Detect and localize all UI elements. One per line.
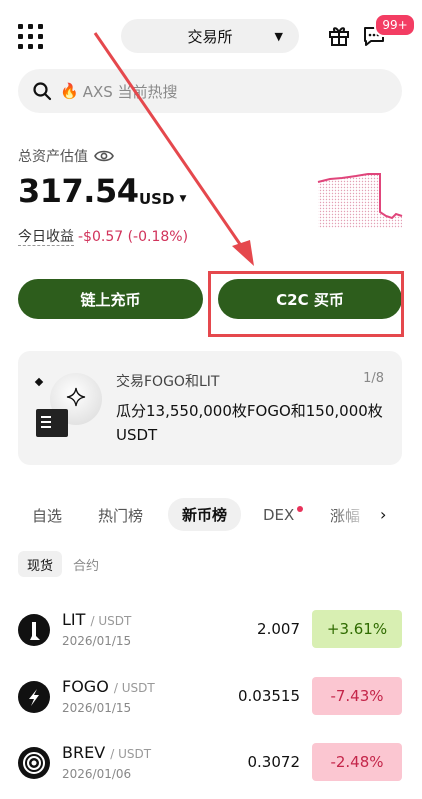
coin-symbol-text: FOGO <box>62 677 109 696</box>
coin-symbol: BREV / USDT <box>62 743 151 762</box>
list-item[interactable]: LIT / USDT 2026/01/15 2.007 +3.61% <box>18 610 402 666</box>
banner-pagination: 1/8 <box>363 371 384 386</box>
coin-symbol: LIT / USDT <box>62 610 131 629</box>
banner-title: 交易FOGO和LIT <box>116 374 220 390</box>
list-item[interactable]: FOGO / USDT 2026/01/15 0.03515 -7.43% <box>18 677 402 733</box>
sparkle-icon <box>66 387 86 407</box>
tab-new-listings[interactable]: 新币榜 <box>168 498 242 531</box>
eye-icon[interactable] <box>94 149 114 163</box>
lit-coin-icon <box>18 614 50 646</box>
coin-symbol-text: LIT <box>62 610 86 629</box>
listing-date: 2026/01/15 <box>62 634 132 648</box>
document-icon <box>36 409 68 437</box>
promo-banner[interactable]: 交易FOGO和LIT 1/8 瓜分13,550,000枚FOGO和150,000… <box>18 351 402 465</box>
coin-price: 2.007 <box>257 620 300 638</box>
today-pnl-label: 今日收益 <box>18 229 74 246</box>
listing-date: 2026/01/06 <box>62 767 132 781</box>
change-badge: -7.43% <box>312 677 402 715</box>
coin-price: 0.3072 <box>247 753 301 771</box>
gift-icon[interactable] <box>328 24 350 46</box>
listing-date: 2026/01/15 <box>62 701 132 715</box>
balance-sparkline <box>317 173 403 228</box>
tab-dex-label: DEX <box>263 506 295 524</box>
tab-hot[interactable]: 热门榜 <box>98 505 143 526</box>
coin-quote: / USDT <box>110 747 152 761</box>
brev-coin-icon <box>18 747 50 779</box>
diamond-icon <box>34 377 44 387</box>
total-assets-label: 总资产估值 <box>18 146 114 166</box>
search-bar[interactable]: 🔥 AXS 当前热搜 <box>18 69 402 113</box>
chevron-right-icon[interactable]: › <box>380 505 386 524</box>
today-pnl[interactable]: 今日收益 -$0.57 (-0.18%) <box>18 226 188 246</box>
exchange-mode-label: 交易所 <box>187 27 233 46</box>
new-dot-indicator <box>297 506 304 512</box>
coin-quote: / USDT <box>113 681 155 695</box>
total-assets-text: 总资产估值 <box>18 149 88 165</box>
onchain-deposit-button[interactable]: 链上充币 <box>18 279 203 319</box>
change-badge: -2.48% <box>312 743 402 781</box>
today-pnl-value: -$0.57 (-0.18%) <box>78 229 189 245</box>
coin-quote: / USDT <box>90 614 132 628</box>
market-subtabs: 现货 合约 <box>18 551 108 577</box>
notification-badge: 99+ <box>374 13 416 37</box>
currency-selector[interactable]: USD ▼ <box>139 190 186 208</box>
coin-symbol: FOGO / USDT <box>62 677 155 696</box>
fogo-coin-icon <box>18 681 50 713</box>
tab-watchlist[interactable]: 自选 <box>32 505 62 526</box>
annotation-highlight-box <box>208 271 404 337</box>
currency-label: USD <box>139 190 175 208</box>
subtab-spot[interactable]: 现货 <box>18 551 63 577</box>
banner-description: 瓜分13,550,000枚FOGO和150,000枚USDT <box>116 402 383 444</box>
tab-dex[interactable]: DEX <box>263 506 304 524</box>
list-item[interactable]: BREV / USDT 2026/01/06 0.3072 -2.48% <box>18 743 402 799</box>
exchange-mode-selector[interactable]: 交易所 ▼ <box>121 19 299 53</box>
search-placeholder: AXS 当前热搜 <box>82 82 178 101</box>
change-badge: +3.61% <box>312 610 402 648</box>
subtab-futures[interactable]: 合约 <box>64 551 108 577</box>
coin-price: 0.03515 <box>237 687 300 705</box>
fire-icon: 🔥 <box>60 82 79 100</box>
tab-fade-overlay <box>332 499 372 531</box>
search-icon <box>33 82 52 101</box>
chevron-down-icon: ▼ <box>274 30 283 43</box>
menu-grid-icon[interactable] <box>18 24 44 50</box>
caret-down-icon: ▼ <box>179 194 187 204</box>
coin-symbol-text: BREV <box>62 743 106 762</box>
total-balance: 317.54 <box>18 172 139 210</box>
